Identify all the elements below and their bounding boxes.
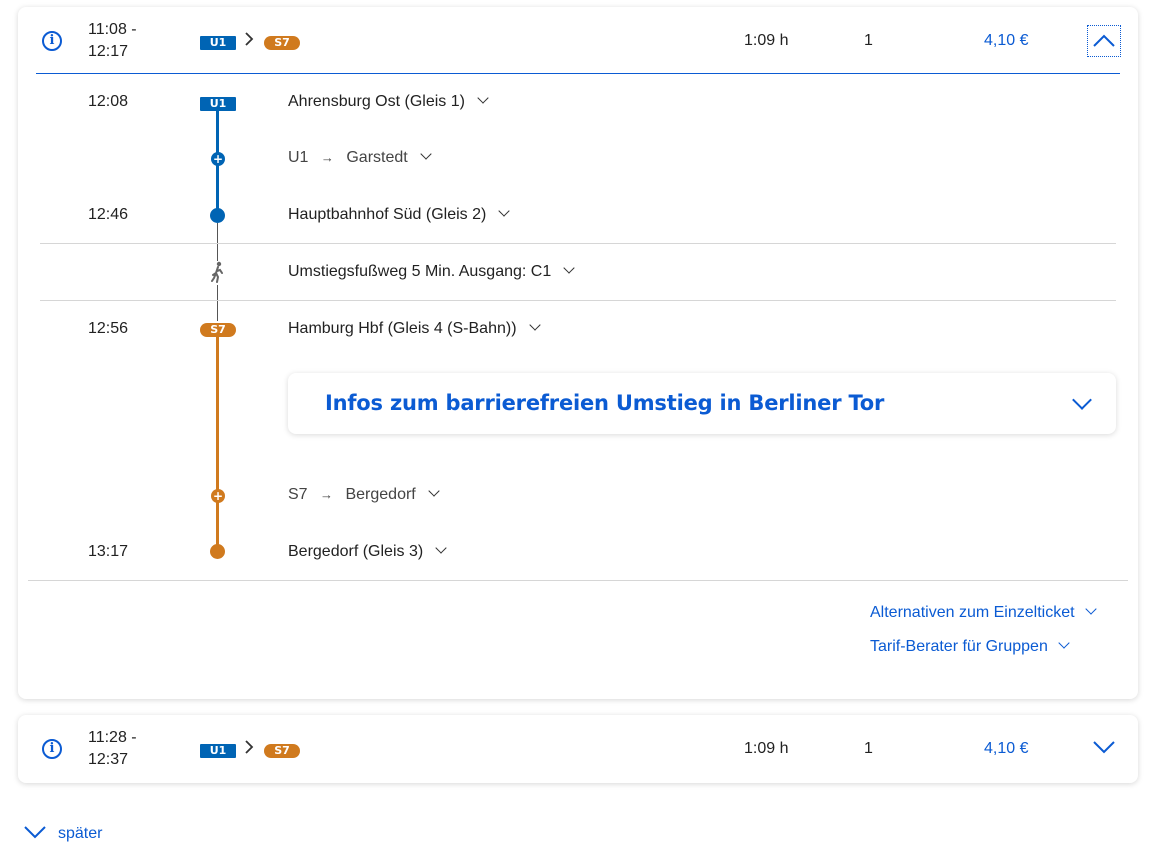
trip-end-time: 12:17 xyxy=(88,43,129,60)
walk-transfer-label: Umstiegsfußweg 5 Min. Ausgang: C1 xyxy=(288,263,552,280)
leg2-arrival-stop[interactable]: Bergedorf (Gleis 3) xyxy=(288,542,447,561)
leg1-direction-toggle[interactable]: U1 → Garstedt xyxy=(288,148,432,167)
line-badge-u1: U1 xyxy=(200,744,236,758)
chevron-down-icon xyxy=(528,319,541,331)
line-badge-s7: S7 xyxy=(264,36,300,50)
chevron-down-icon xyxy=(477,92,489,104)
info-icon[interactable]: i xyxy=(42,31,62,51)
chevron-up-icon xyxy=(1093,34,1115,47)
details-separator xyxy=(28,580,1128,581)
leg2-arrival-dot xyxy=(210,544,225,559)
chevron-down-icon xyxy=(420,148,432,160)
leg1-departure-stop[interactable]: Ahrensburg Ost (Gleis 1) xyxy=(288,92,489,111)
leg1-line-badge: U1 xyxy=(200,97,236,111)
collapse-button[interactable] xyxy=(1087,25,1121,57)
header-separator xyxy=(36,73,1120,74)
trip-card-2[interactable]: i 11:28 - 12:37 U1 S7 1:09 h 1 4,10 € xyxy=(18,715,1138,783)
chevron-down-icon xyxy=(1093,741,1115,754)
trip-card-1: i 11:08 - 12:17 U1 S7 1:09 h 1 4,10 € 12… xyxy=(18,7,1138,699)
intermediate-stops-icon[interactable]: + xyxy=(211,152,225,166)
chevron-down-icon xyxy=(1058,637,1070,649)
group-advisor-link-label: Tarif-Berater für Gruppen xyxy=(870,638,1048,655)
trip-time-range: 11:28 - 12:37 xyxy=(88,727,137,771)
trip-price[interactable]: 4,10 € xyxy=(984,740,1028,758)
intermediate-stops-icon[interactable]: + xyxy=(211,489,225,503)
trip-time-range: 11:08 - 12:17 xyxy=(88,19,137,63)
chevron-right-icon xyxy=(244,31,254,52)
leg1-arrival-stop[interactable]: Hauptbahnhof Süd (Gleis 2) xyxy=(288,205,511,224)
leg1-direction: Garstedt xyxy=(346,149,408,166)
trip-changes: 1 xyxy=(864,740,873,757)
trip-duration: 1:09 h xyxy=(744,740,789,757)
accessibility-info-title: Infos zum barrierefreien Umstieg in Berl… xyxy=(325,391,885,415)
trip-start-time: 11:28 - xyxy=(88,729,137,746)
trip-end-time: 12:37 xyxy=(88,751,129,768)
chevron-down-icon xyxy=(435,542,447,554)
group-advisor-link[interactable]: Tarif-Berater für Gruppen xyxy=(870,637,1070,656)
arrow-right-icon: → xyxy=(320,150,334,165)
s7-route-line xyxy=(216,337,219,552)
leg1-arrival-dot xyxy=(210,208,225,223)
line-badge-u1: U1 xyxy=(200,36,236,50)
leg1-arrival-stop-label: Hauptbahnhof Süd (Gleis 2) xyxy=(288,206,487,223)
leg1-departure-stop-label: Ahrensburg Ost (Gleis 1) xyxy=(288,93,465,110)
chevron-right-icon xyxy=(244,739,254,760)
leg2-direction: Bergedorf xyxy=(345,486,416,503)
walk-separator-bottom xyxy=(40,300,1116,301)
leg2-arrival-time: 13:17 xyxy=(88,543,129,560)
line-badge-s7: S7 xyxy=(264,744,300,758)
leg2-departure-time: 12:56 xyxy=(88,320,129,337)
info-icon[interactable]: i xyxy=(42,739,62,759)
leg1-line-label: U1 xyxy=(288,149,309,166)
expand-button[interactable] xyxy=(1092,739,1116,760)
trip-price[interactable]: 4,10 € xyxy=(984,32,1028,50)
chevron-down-icon xyxy=(1084,603,1097,615)
trip-changes: 1 xyxy=(864,32,873,49)
trip-start-time: 11:08 - xyxy=(88,21,137,38)
leg1-arrival-time: 12:46 xyxy=(88,206,129,223)
leg2-line-badge: S7 xyxy=(200,323,236,337)
accessibility-info-panel[interactable]: Infos zum barrierefreien Umstieg in Berl… xyxy=(288,373,1116,434)
leg2-departure-stop-label: Hamburg Hbf (Gleis 4 (S-Bahn)) xyxy=(288,320,517,337)
walk-separator-top xyxy=(40,243,1116,244)
leg2-departure-stop[interactable]: Hamburg Hbf (Gleis 4 (S-Bahn)) xyxy=(288,319,541,338)
chevron-down-icon xyxy=(498,205,511,217)
walk-transfer-info[interactable]: Umstiegsfußweg 5 Min. Ausgang: C1 xyxy=(288,262,575,281)
chevron-down-icon xyxy=(563,262,575,274)
leg2-arrival-stop-label: Bergedorf (Gleis 3) xyxy=(288,543,424,560)
walking-person-icon xyxy=(208,261,228,283)
trip-duration: 1:09 h xyxy=(744,32,789,49)
leg1-departure-time: 12:08 xyxy=(88,93,129,110)
alternatives-link[interactable]: Alternativen zum Einzelticket xyxy=(870,603,1097,622)
arrow-right-icon: → xyxy=(320,487,334,502)
later-label[interactable]: später xyxy=(58,825,102,843)
leg2-direction-toggle[interactable]: S7 → Bergedorf xyxy=(288,485,440,504)
walk-connector-bottom xyxy=(217,285,218,321)
chevron-down-icon xyxy=(24,826,46,839)
alternatives-link-label: Alternativen zum Einzelticket xyxy=(870,604,1075,621)
chevron-down-icon xyxy=(428,485,440,497)
later-button[interactable] xyxy=(24,825,46,844)
chevron-down-icon xyxy=(1072,390,1092,410)
leg2-line-label: S7 xyxy=(288,486,308,503)
